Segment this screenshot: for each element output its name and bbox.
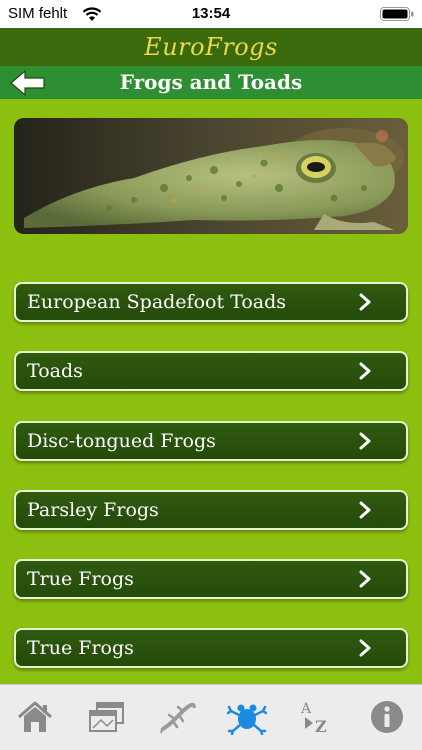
category-label: True Frogs bbox=[27, 568, 134, 590]
category-true-frogs[interactable]: True Frogs bbox=[14, 559, 408, 599]
status-bar: SIM fehlt 13:54 bbox=[0, 0, 422, 28]
page-title: Frogs and Toads bbox=[119, 70, 303, 94]
battery-icon bbox=[380, 7, 414, 21]
category-label: European Spadefoot Toads bbox=[27, 291, 287, 313]
toad-photo bbox=[14, 118, 408, 234]
clock: 13:54 bbox=[191, 5, 231, 22]
svg-text:A: A bbox=[300, 701, 312, 717]
gallery-icon[interactable] bbox=[87, 699, 127, 735]
chevron-right-icon bbox=[359, 362, 371, 380]
category-true-frogs-2[interactable]: True Frogs bbox=[14, 628, 408, 668]
chevron-right-icon bbox=[359, 432, 371, 450]
category-toads[interactable]: Toads bbox=[14, 351, 408, 391]
chevron-right-icon bbox=[359, 570, 371, 588]
app-brand-title: EuroFrogs bbox=[144, 33, 278, 61]
frog-icon[interactable] bbox=[227, 699, 267, 735]
chevron-right-icon bbox=[359, 501, 371, 519]
chevron-right-icon bbox=[359, 639, 371, 657]
category-label: Disc-tongued Frogs bbox=[27, 430, 216, 452]
lizard-icon[interactable] bbox=[157, 699, 197, 735]
category-label: True Frogs bbox=[27, 637, 134, 659]
az-sort-icon[interactable]: A Z bbox=[297, 699, 337, 735]
back-arrow-icon[interactable] bbox=[8, 68, 48, 98]
home-icon[interactable] bbox=[15, 699, 55, 735]
navigation-bar: Frogs and Toads bbox=[0, 66, 422, 99]
category-disc-tongued-frogs[interactable]: Disc-tongued Frogs bbox=[14, 421, 408, 461]
tab-bar: A Z bbox=[0, 684, 422, 750]
info-icon[interactable] bbox=[367, 699, 407, 735]
chevron-right-icon bbox=[359, 293, 371, 311]
category-label: Parsley Frogs bbox=[27, 499, 159, 521]
category-european-spadefoot-toads[interactable]: European Spadefoot Toads bbox=[14, 282, 408, 322]
category-parsley-frogs[interactable]: Parsley Frogs bbox=[14, 490, 408, 530]
svg-text:Z: Z bbox=[315, 717, 327, 735]
brand-bar: EuroFrogs bbox=[0, 28, 422, 66]
category-label: Toads bbox=[27, 360, 83, 382]
